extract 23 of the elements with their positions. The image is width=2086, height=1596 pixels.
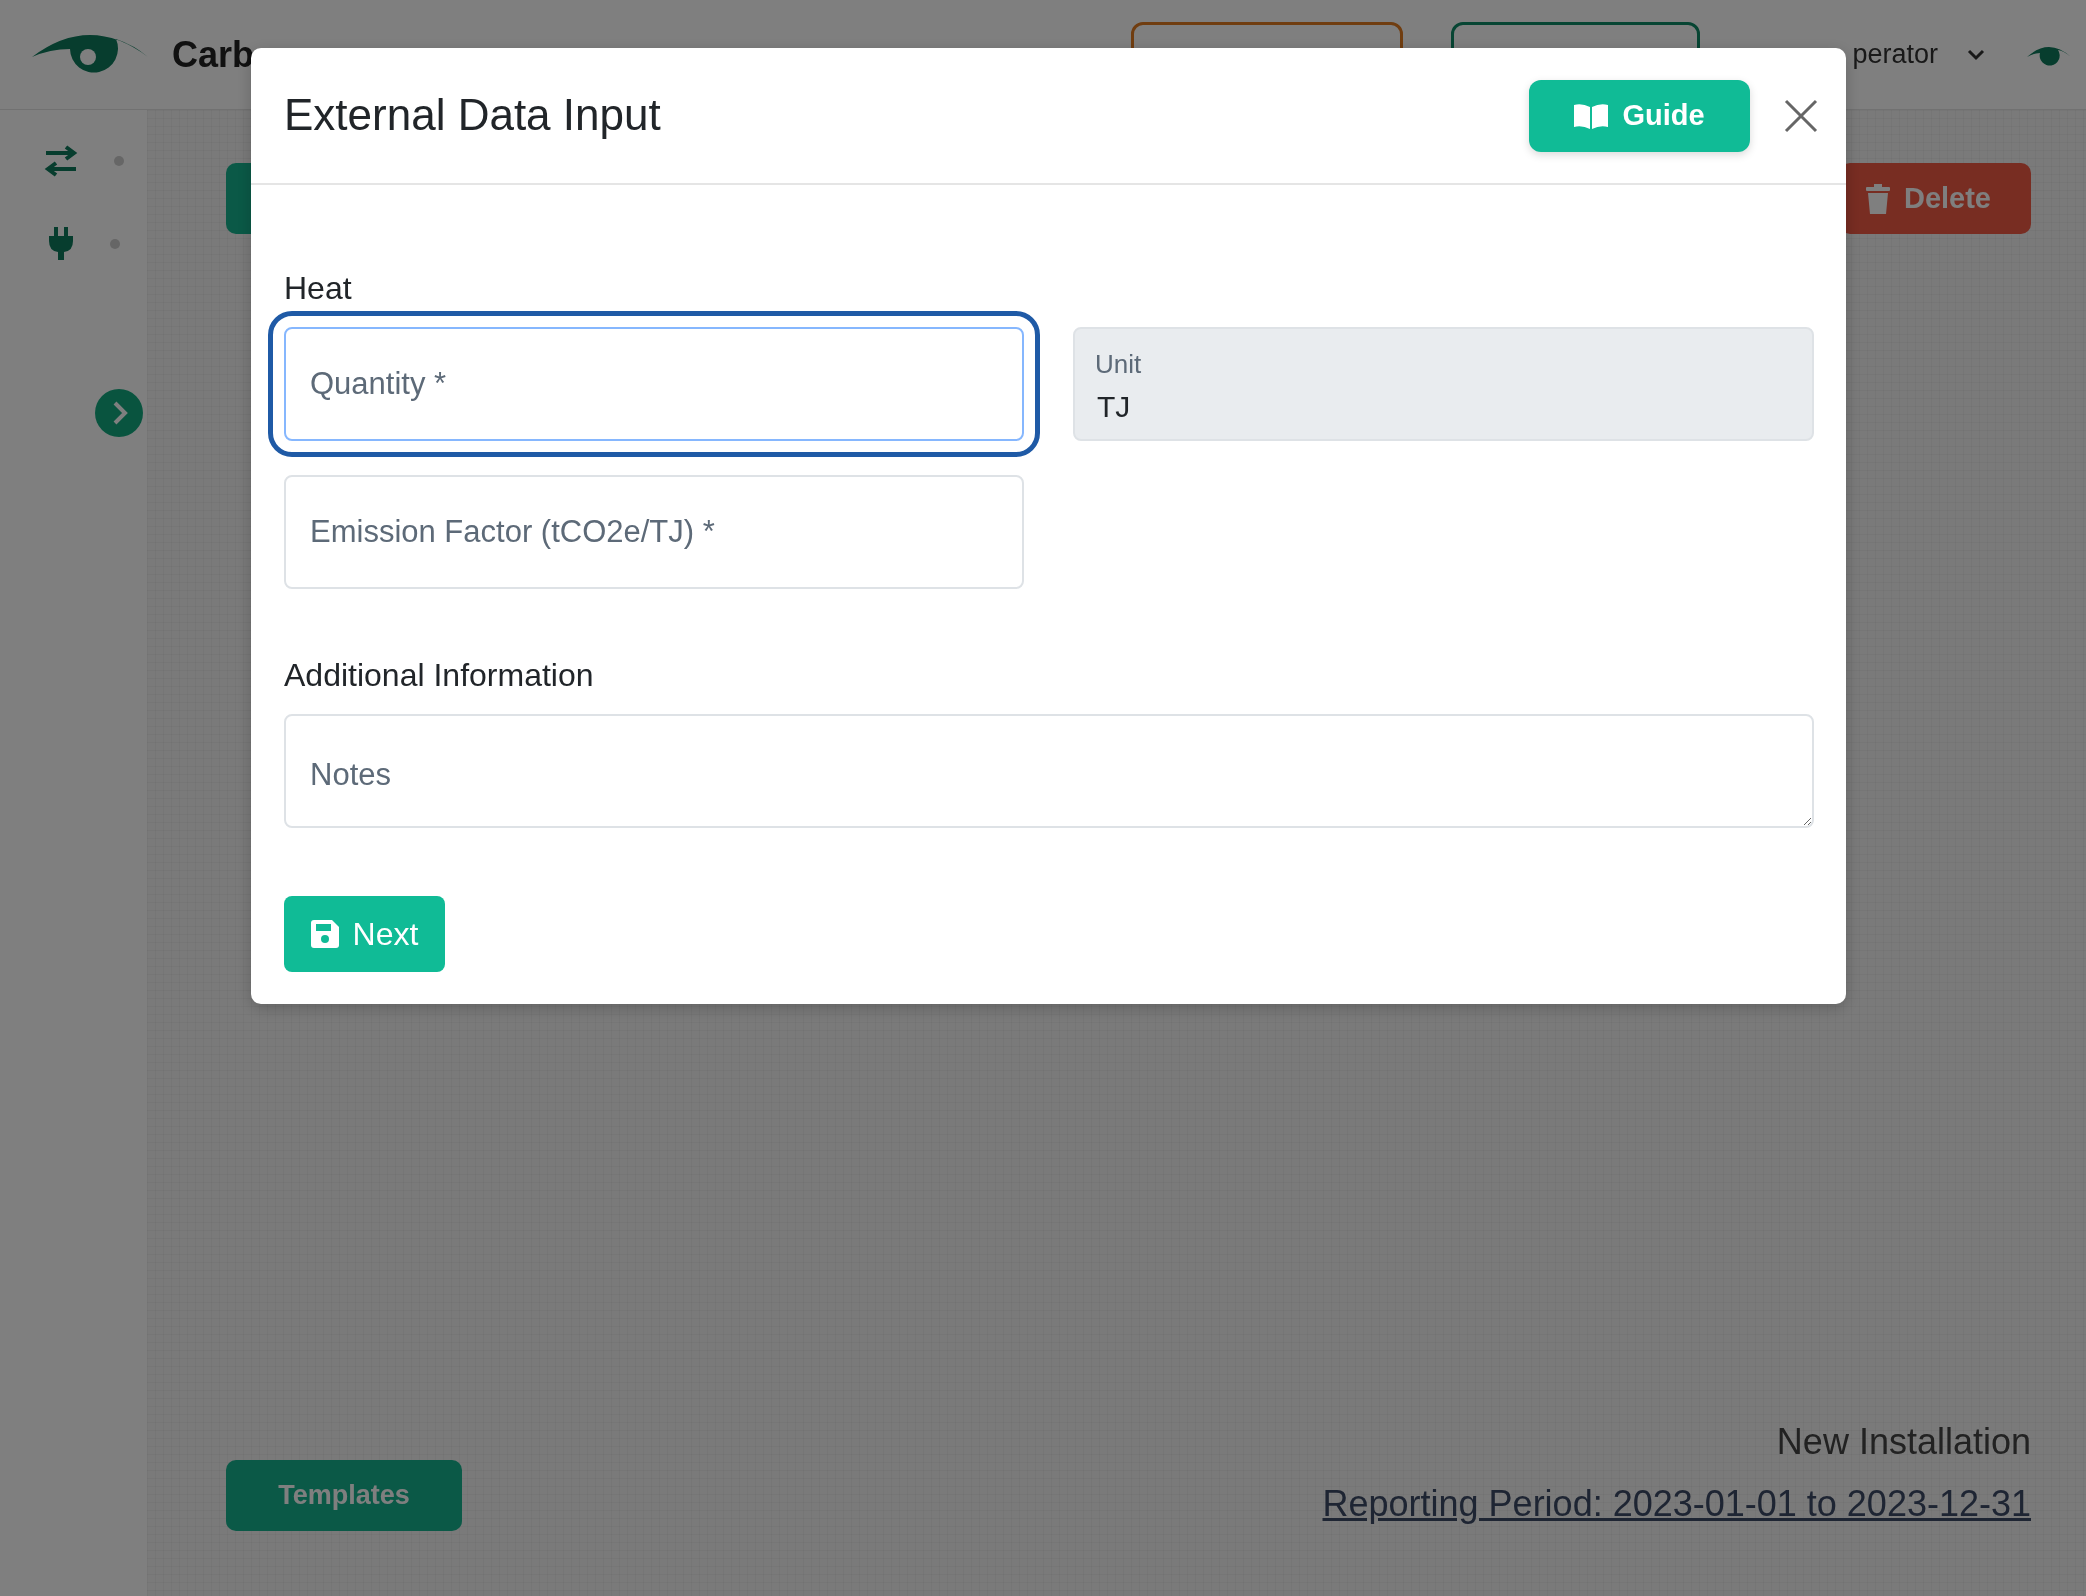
chevron-right-icon[interactable] [94, 389, 143, 437]
guide-button[interactable]: Guide [1529, 79, 1750, 152]
status-dot [109, 239, 120, 249]
status-dot [113, 156, 124, 166]
reporting-period-link[interactable]: Reporting Period: 2023-01-01 to 2023-12-31 [1322, 1477, 2031, 1531]
readonly-field[interactable]: Unit TJ [1073, 326, 1814, 441]
book-icon [1574, 102, 1609, 129]
section-heading: Heat [284, 270, 353, 307]
next-button[interactable]: Next [284, 895, 445, 972]
installation-name: New Installation [1776, 1420, 2031, 1464]
unit-value-field[interactable]: TJ [1095, 383, 1792, 429]
chevron-down-icon[interactable] [1966, 47, 1986, 62]
swap-arrows-icon[interactable] [43, 145, 78, 177]
user-menu[interactable]: perator [1852, 34, 1938, 75]
plug-icon[interactable] [47, 227, 74, 261]
templates-button[interactable]: Templates [226, 1460, 462, 1531]
trash-icon [1865, 183, 1890, 214]
save-icon [310, 919, 339, 948]
brand-name: Carb [172, 32, 255, 77]
field-label: Unit [1095, 347, 1143, 381]
modal-title: External Data Input [284, 89, 661, 142]
section-heading: Additional Information [284, 656, 595, 694]
notes-field[interactable]: Notes [284, 713, 1814, 828]
